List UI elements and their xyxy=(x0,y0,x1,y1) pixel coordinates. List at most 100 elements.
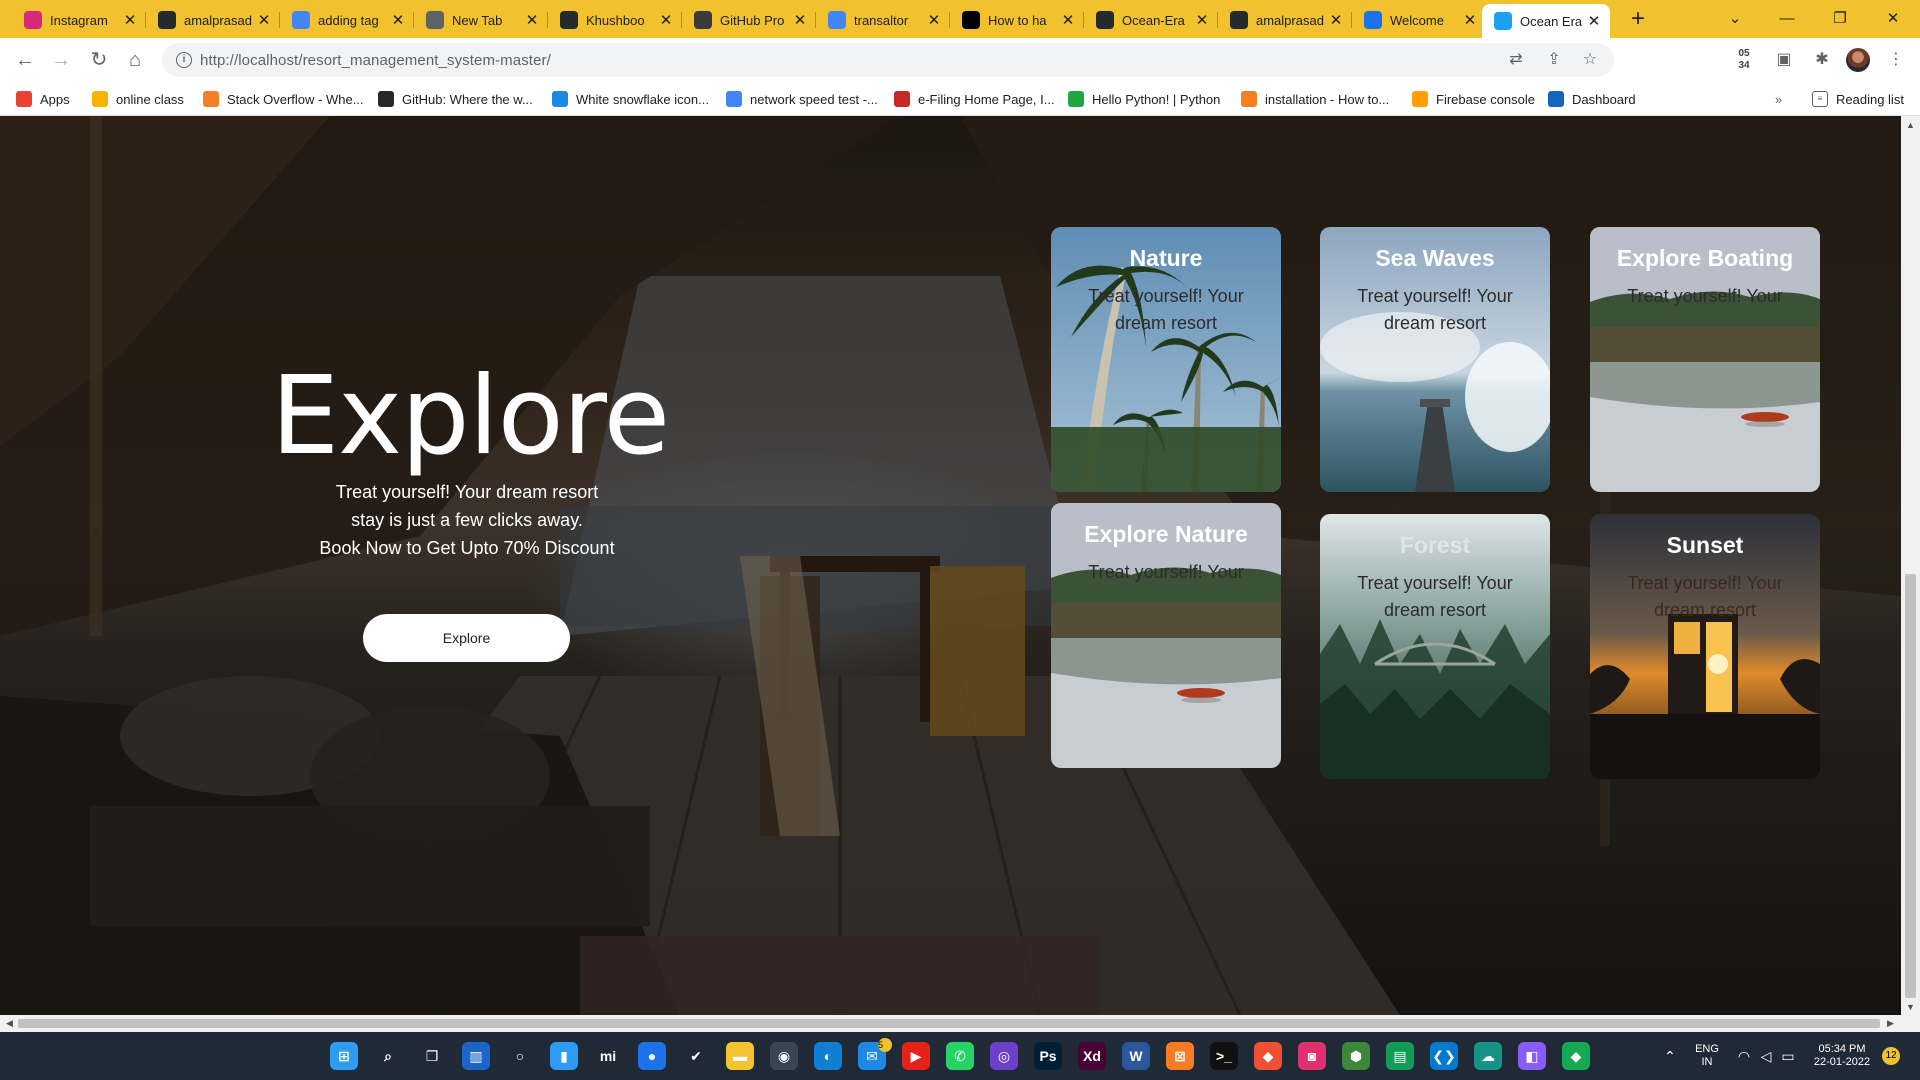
task-view-icon[interactable]: ❐ xyxy=(418,1042,446,1070)
vscode-icon[interactable]: ❮❯ xyxy=(1430,1042,1458,1070)
tab-6[interactable]: GitHub Pro ✕ xyxy=(682,4,816,36)
wifi-icon[interactable]: ◠ xyxy=(1734,1032,1754,1080)
horizontal-scrollbar[interactable]: ◀ ▶ xyxy=(0,1015,1920,1032)
card-explore-boating[interactable]: Explore Boating Treat yourself! Your xyxy=(1590,227,1820,492)
tab-1[interactable]: Instagram ✕ xyxy=(12,4,146,36)
maximize-icon[interactable]: ❐ xyxy=(1820,4,1860,34)
tab-close-icon[interactable]: ✕ xyxy=(1194,11,1210,29)
tab-close-icon[interactable]: ✕ xyxy=(658,11,674,29)
edge-icon[interactable]: ◐ xyxy=(814,1042,842,1070)
word-icon[interactable]: W xyxy=(1122,1042,1150,1070)
search-icon[interactable]: ⌕ xyxy=(374,1042,402,1070)
more-bookmarks-icon[interactable]: » xyxy=(1775,89,1782,109)
explore-button[interactable]: Explore xyxy=(363,614,570,662)
bookmark-9[interactable]: installation - How to... xyxy=(1241,89,1389,109)
extensions-puzzle-icon[interactable]: ✱ xyxy=(1808,46,1836,74)
battery-icon[interactable]: ▭ xyxy=(1778,1032,1798,1080)
tab-8[interactable]: How to ha ✕ xyxy=(950,4,1084,36)
card-sea-waves[interactable]: Sea Waves Treat yourself! Your dream res… xyxy=(1320,227,1550,492)
tray-overflow-icon[interactable]: ⌃ xyxy=(1658,1032,1682,1080)
gitkraken-icon[interactable]: ☁ xyxy=(1474,1042,1502,1070)
home-icon[interactable]: ⌂ xyxy=(122,47,148,73)
figma-icon[interactable]: ◧ xyxy=(1518,1042,1546,1070)
card-sunset[interactable]: Sunset Treat yourself! Your dream resort xyxy=(1590,514,1820,779)
mongodb-icon[interactable]: ◆ xyxy=(1562,1042,1590,1070)
bookmark-3[interactable]: Stack Overflow - Whe... xyxy=(203,89,364,109)
forward-icon[interactable]: → xyxy=(48,47,74,73)
tab-close-icon[interactable]: ✕ xyxy=(1060,11,1076,29)
timer-extension-icon[interactable]: 05 34 xyxy=(1730,46,1758,74)
scroll-right-icon[interactable]: ▶ xyxy=(1887,1018,1894,1029)
xampp-icon[interactable]: ⊠ xyxy=(1166,1042,1194,1070)
mi-icon[interactable]: mi xyxy=(594,1042,622,1070)
tab-12[interactable]: Ocean Era ✕ xyxy=(1482,4,1610,38)
tab-search-icon[interactable]: ⌄ xyxy=(1715,4,1755,34)
chrome-icon[interactable]: ◉ xyxy=(770,1042,798,1070)
tab-4[interactable]: New Tab ✕ xyxy=(414,4,548,36)
tab-close-icon[interactable]: ✕ xyxy=(926,11,942,29)
youtube-icon[interactable]: ▶ xyxy=(902,1042,930,1070)
tab-close-icon[interactable]: ✕ xyxy=(390,11,406,29)
bookmark-1[interactable]: Apps xyxy=(16,89,70,109)
tab-10[interactable]: amalprasad ✕ xyxy=(1218,4,1352,36)
volume-icon[interactable]: ◁ xyxy=(1756,1032,1776,1080)
whatsapp-icon[interactable]: ✆ xyxy=(946,1042,974,1070)
new-tab-button[interactable]: + xyxy=(1625,7,1651,33)
notification-badge[interactable]: 12 xyxy=(1882,1047,1900,1065)
extension-icon[interactable]: ▣ xyxy=(1770,46,1798,74)
cortana-icon[interactable]: ○ xyxy=(506,1042,534,1070)
scroll-left-icon[interactable]: ◀ xyxy=(6,1018,13,1029)
adobe-xd-icon[interactable]: Xd xyxy=(1078,1042,1106,1070)
bookmark-star-icon[interactable]: ☆ xyxy=(1580,50,1600,70)
bookmark-11[interactable]: Dashboard xyxy=(1548,89,1636,109)
bookmark-6[interactable]: network speed test -... xyxy=(726,89,878,109)
profile-avatar[interactable] xyxy=(1846,48,1870,72)
clock[interactable]: 05:34 PM 22-01-2022 xyxy=(1806,1032,1878,1080)
tab-2[interactable]: amalprasad ✕ xyxy=(146,4,280,36)
bookmark-8[interactable]: Hello Python! | Python xyxy=(1068,89,1220,109)
bookmark-2[interactable]: online class xyxy=(92,89,184,109)
tab-close-icon[interactable]: ✕ xyxy=(524,11,540,29)
sheets-icon[interactable]: ▤ xyxy=(1386,1042,1414,1070)
card-explore-nature[interactable]: Explore Nature Treat yourself! Your xyxy=(1051,503,1281,768)
tab-close-icon[interactable]: ✕ xyxy=(1586,12,1602,30)
share-icon[interactable]: ⇪ xyxy=(1544,50,1564,70)
translate-icon[interactable]: ⇄ xyxy=(1506,50,1526,70)
minimize-icon[interactable]: — xyxy=(1767,4,1807,34)
menu-kebab-icon[interactable]: ⋮ xyxy=(1882,46,1910,74)
bookmark-5[interactable]: White snowflake icon... xyxy=(552,89,709,109)
bookmark-10[interactable]: Firebase console xyxy=(1412,89,1535,109)
browser-icon[interactable]: ● xyxy=(638,1042,666,1070)
camera-icon[interactable]: ◙ xyxy=(1298,1042,1326,1070)
tab-close-icon[interactable]: ✕ xyxy=(122,11,138,29)
terminal-icon[interactable]: >_ xyxy=(1210,1042,1238,1070)
widgets-icon[interactable]: ▥ xyxy=(462,1042,490,1070)
back-icon[interactable]: ← xyxy=(12,47,38,73)
bookmark-4[interactable]: GitHub: Where the w... xyxy=(378,89,533,109)
tab-close-icon[interactable]: ✕ xyxy=(1462,11,1478,29)
tab-9[interactable]: Ocean-Era ✕ xyxy=(1084,4,1218,36)
reload-icon[interactable]: ↻ xyxy=(86,47,112,73)
vertical-scrollbar[interactable]: ▲ ▼ xyxy=(1901,116,1920,1015)
git-icon[interactable]: ◆ xyxy=(1254,1042,1282,1070)
tab-close-icon[interactable]: ✕ xyxy=(256,11,272,29)
site-info-icon[interactable]: i xyxy=(176,52,192,68)
notepad-icon[interactable]: ▮ xyxy=(550,1042,578,1070)
vertical-scroll-thumb[interactable] xyxy=(1905,574,1916,998)
card-forest[interactable]: Forest Treat yourself! Your dream resort xyxy=(1320,514,1550,779)
tab-11[interactable]: Welcome ✕ xyxy=(1352,4,1486,36)
tab-5[interactable]: Khushboo ✕ xyxy=(548,4,682,36)
github-desktop-icon[interactable]: ◎ xyxy=(990,1042,1018,1070)
bookmark-7[interactable]: e-Filing Home Page, I... xyxy=(894,89,1055,109)
horizontal-scroll-thumb[interactable] xyxy=(18,1019,1880,1028)
url-text[interactable]: http://localhost/resort_management_syste… xyxy=(200,52,551,69)
language-indicator[interactable]: ENG IN xyxy=(1690,1032,1724,1080)
tab-close-icon[interactable]: ✕ xyxy=(792,11,808,29)
reading-list-button[interactable]: ≡ Reading list xyxy=(1812,89,1904,109)
node-icon[interactable]: ⬢ xyxy=(1342,1042,1370,1070)
scroll-up-icon[interactable]: ▲ xyxy=(1906,120,1915,130)
close-window-icon[interactable]: ✕ xyxy=(1873,4,1913,34)
tab-close-icon[interactable]: ✕ xyxy=(1328,11,1344,29)
photoshop-icon[interactable]: Ps xyxy=(1034,1042,1062,1070)
card-nature[interactable]: Nature Treat yourself! Your dream resort xyxy=(1051,227,1281,492)
